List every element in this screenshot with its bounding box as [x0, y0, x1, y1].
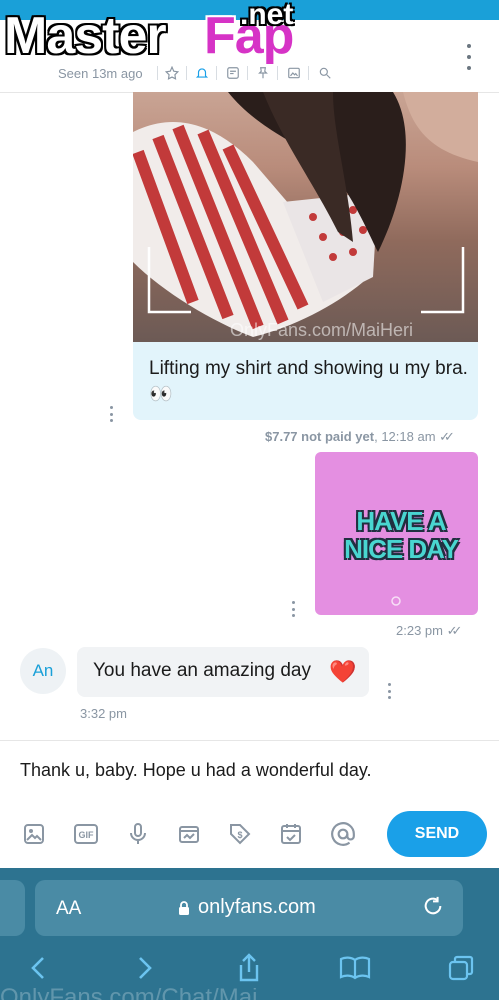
more-options-icon[interactable]: [462, 44, 476, 70]
sticker-text-line2: NICE DAY: [344, 534, 459, 564]
lock-icon: [179, 900, 189, 915]
watermark-logo: Master: [4, 7, 167, 65]
search-icon[interactable]: [316, 64, 334, 82]
double-check-icon: ✓✓: [439, 429, 455, 444]
svg-text:GIF: GIF: [79, 830, 95, 840]
back-icon[interactable]: [20, 950, 56, 986]
heart-emoji: ❤️: [329, 659, 357, 684]
message-time: 3:32 pm: [80, 706, 127, 721]
watermark-logo-suffix: .net: [240, 0, 294, 31]
message-text: Lifting my shirt and showing u my bra. 👀: [149, 358, 468, 405]
divider: [157, 66, 158, 80]
message-options-icon[interactable]: [110, 406, 114, 422]
vault-icon[interactable]: [175, 820, 203, 848]
microphone-icon[interactable]: [124, 820, 152, 848]
sticker-message[interactable]: HAVE A NICE DAY: [315, 452, 478, 615]
mention-icon[interactable]: [329, 820, 357, 848]
url-display[interactable]: onlyfans.com: [178, 896, 316, 919]
bell-icon[interactable]: [193, 64, 211, 82]
message-meta: 2:23 pm ✓✓: [396, 623, 463, 639]
url-text: onlyfans.com: [198, 896, 316, 918]
tabs-icon[interactable]: [443, 950, 479, 986]
incoming-message-bubble[interactable]: You have an amazing day ❤️: [77, 647, 369, 697]
message-time: , 12:18 am: [374, 429, 436, 444]
bookmarks-icon[interactable]: [337, 950, 373, 986]
divider: [186, 66, 187, 80]
double-check-icon: ✓✓: [446, 623, 463, 638]
sticker-text-line1: HAVE A: [356, 506, 446, 536]
forward-icon[interactable]: [127, 950, 163, 986]
image-icon[interactable]: [285, 64, 303, 82]
send-button[interactable]: SEND: [387, 811, 487, 857]
outgoing-message-bubble[interactable]: Lifting my shirt and showing u my bra. 👀: [133, 342, 478, 420]
gif-icon[interactable]: GIF: [72, 820, 100, 848]
divider: [277, 66, 278, 80]
photo-watermark: OnlyFans.com/MaiHeri: [230, 320, 414, 340]
divider: [216, 66, 217, 80]
svg-text:$: $: [237, 830, 242, 840]
last-seen-status: Seen 13m ago: [58, 66, 143, 81]
divider: [308, 66, 309, 80]
reader-settings-button[interactable]: AA: [56, 898, 81, 920]
reload-icon[interactable]: [422, 895, 444, 923]
price-tag-icon[interactable]: $: [226, 820, 254, 848]
message-options-icon[interactable]: [292, 601, 296, 617]
message-input[interactable]: Thank u, baby. Hope u had a wonderful da…: [20, 760, 372, 781]
share-icon[interactable]: [231, 950, 267, 986]
message-options-icon[interactable]: [388, 683, 392, 699]
image-upload-icon[interactable]: [20, 820, 48, 848]
pin-icon[interactable]: [254, 64, 272, 82]
message-time: 2:23 pm: [396, 623, 443, 638]
page-footer-text: OnlyFans.com/Chat/Mai: [0, 988, 499, 1000]
sticker-source-icon: [391, 596, 401, 606]
divider: [247, 66, 248, 80]
schedule-icon[interactable]: [277, 820, 305, 848]
avatar[interactable]: An: [20, 648, 66, 694]
message-text: You have an amazing day: [93, 660, 311, 681]
price-status: $7.77 not paid yet: [265, 429, 375, 444]
message-meta: $7.77 not paid yet, 12:18 am ✓✓: [265, 429, 455, 445]
photo-content: [133, 92, 478, 337]
message-photo[interactable]: [133, 92, 478, 342]
note-icon[interactable]: [224, 64, 242, 82]
star-icon[interactable]: [163, 64, 181, 82]
previous-tab-preview[interactable]: [0, 880, 25, 936]
